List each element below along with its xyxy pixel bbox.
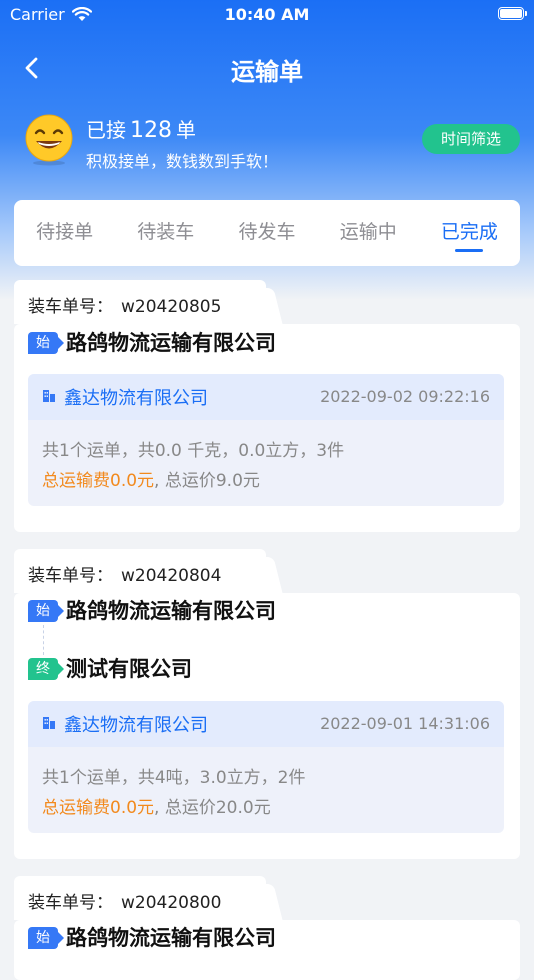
tab-pending-accept[interactable]: 待接单 xyxy=(14,200,115,266)
tab-in-transit[interactable]: 运输中 xyxy=(318,200,419,266)
transport-fee: 总运输费0.0元 xyxy=(42,798,155,818)
start-badge: 始 xyxy=(28,332,64,354)
order-number-tab: 装车单号： w20420800 xyxy=(14,876,266,920)
order-detail: 鑫达物流有限公司 2022-09-01 14:31:06 共1个运单，共4吨，3… xyxy=(28,701,504,833)
order-stats: 共1个运单，共4吨，3.0立方，2件 xyxy=(42,768,306,788)
start-location: 路鸽物流运输有限公司 xyxy=(66,331,276,355)
page-title: 运输单 xyxy=(231,58,303,86)
building-icon xyxy=(43,717,55,729)
accepted-count: 已接 128 单 xyxy=(86,118,196,143)
tab-pending-depart[interactable]: 待发车 xyxy=(216,200,317,266)
order-card[interactable]: 装车单号： w20420805 始 路鸽物流运输有限公司 鑫达物流有限公司 202… xyxy=(14,280,520,532)
order-number: 装车单号： w20420804 xyxy=(28,566,222,586)
battery-icon xyxy=(498,7,527,20)
order-number-tab: 装车单号： w20420804 xyxy=(14,549,266,593)
tab-pending-load[interactable]: 待装车 xyxy=(115,200,216,266)
tab-completed[interactable]: 已完成 xyxy=(419,200,520,266)
order-number: 装车单号： w20420800 xyxy=(28,893,222,913)
end-badge: 终 xyxy=(28,658,64,680)
detail-header: 鑫达物流有限公司 2022-09-01 14:31:06 xyxy=(28,701,504,747)
total-price: , 总运价20.0元 xyxy=(154,798,271,818)
start-location: 路鸽物流运输有限公司 xyxy=(66,926,276,950)
total-price: , 总运价9.0元 xyxy=(154,471,260,491)
carrier-company: 鑫达物流有限公司 xyxy=(64,388,208,409)
order-card[interactable]: 装车单号： w20420804 始 路鸽物流运输有限公司 终 测试有限公司 鑫达物… xyxy=(14,549,520,859)
nav-bar: 运输单 xyxy=(0,40,534,96)
detail-header: 鑫达物流有限公司 2022-09-02 09:22:16 xyxy=(28,374,504,420)
carrier-company: 鑫达物流有限公司 xyxy=(64,715,208,736)
status-bar: Carrier 10:40 AM xyxy=(0,0,534,30)
order-time: 2022-09-02 09:22:16 xyxy=(320,387,490,406)
start-badge: 始 xyxy=(28,600,64,622)
status-time: 10:40 AM xyxy=(224,5,310,24)
smiley-icon xyxy=(25,114,73,166)
start-badge: 始 xyxy=(28,927,64,949)
slogan: 积极接单，数钱数到手软！ xyxy=(86,152,279,171)
order-number: 装车单号： w20420805 xyxy=(28,297,222,317)
order-number-tab: 装车单号： w20420805 xyxy=(14,280,266,324)
transport-fee: 总运输费0.0元 xyxy=(42,471,155,491)
order-fees: 总运输费0.0元, 总运价20.0元 xyxy=(42,793,271,818)
order-fees: 总运输费0.0元, 总运价9.0元 xyxy=(42,466,260,491)
status-tabs: 待接单 待装车 待发车 运输中 已完成 xyxy=(14,200,520,266)
end-location: 测试有限公司 xyxy=(66,657,192,681)
route-connector xyxy=(43,625,44,655)
accepted-count-value: 128 xyxy=(130,118,172,143)
start-location: 路鸽物流运输有限公司 xyxy=(66,599,276,623)
time-filter-button[interactable]: 时间筛选 xyxy=(422,124,520,154)
order-card[interactable]: 装车单号： w20420800 始 路鸽物流运输有限公司 xyxy=(14,876,520,980)
order-time: 2022-09-01 14:31:06 xyxy=(320,714,490,733)
order-detail: 鑫达物流有限公司 2022-09-02 09:22:16 共1个运单，共0.0 … xyxy=(28,374,504,506)
order-stats: 共1个运单，共0.0 千克，0.0立方，3件 xyxy=(42,441,345,461)
building-icon xyxy=(43,390,55,402)
